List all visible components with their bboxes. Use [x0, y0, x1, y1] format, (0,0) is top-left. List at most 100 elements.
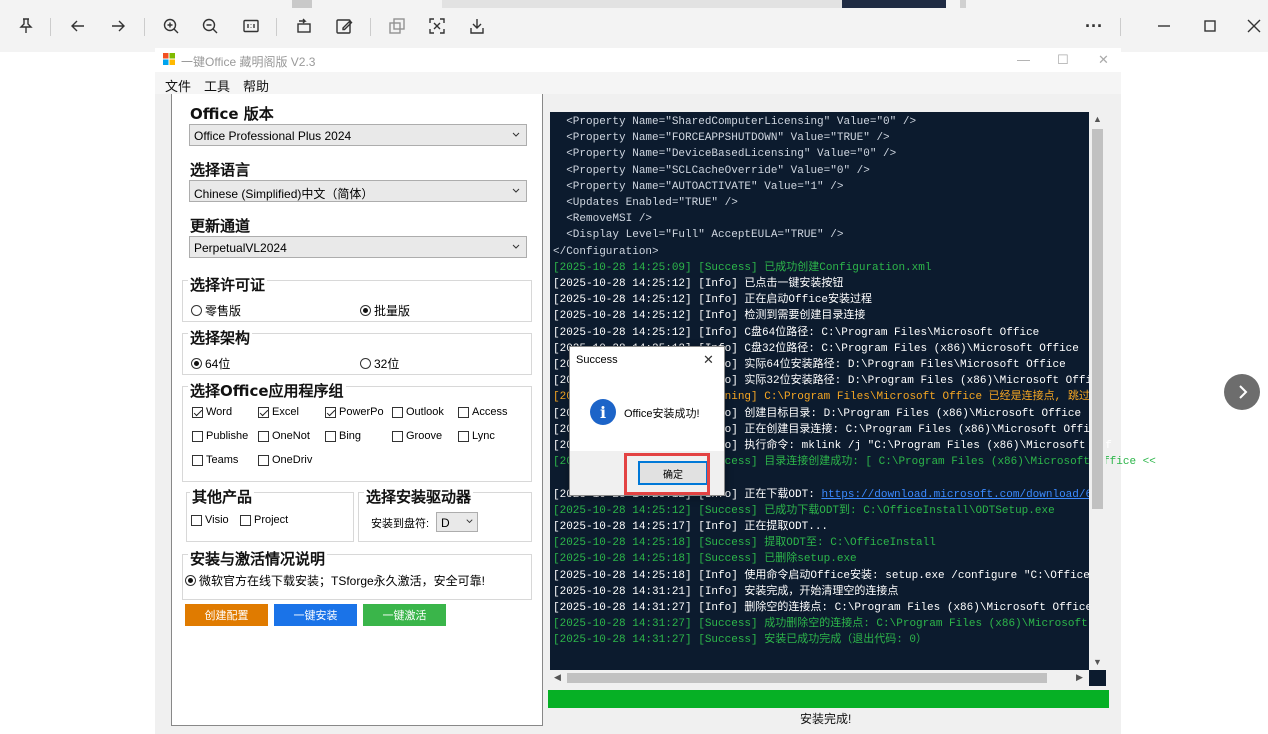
odt-download-link[interactable]: https://download.microsoft.com/download/… — [821, 489, 1105, 501]
visio-checkbox[interactable]: Visio — [191, 514, 229, 526]
checkbox-box — [240, 514, 251, 526]
language-title: 选择语言 — [188, 159, 253, 180]
app-lync-checkbox[interactable]: Lync — [458, 430, 495, 442]
office-version-title: Office 版本 — [188, 103, 276, 124]
menu-help[interactable]: 帮助 — [243, 76, 269, 95]
drive-title: 选择安装驱动器 — [364, 486, 474, 507]
app-minimize-icon[interactable]: — — [1017, 52, 1030, 67]
rotate-icon[interactable] — [292, 14, 316, 38]
config-panel: Office 版本 Office Professional Plus 2024 … — [171, 94, 543, 726]
checkbox-box — [325, 430, 336, 442]
save-icon[interactable] — [465, 14, 489, 38]
app-onedrive-checkbox[interactable]: OneDriv — [258, 454, 312, 466]
drive-label: 安装到盘符: — [371, 518, 430, 530]
other-products-title: 其他产品 — [190, 486, 255, 507]
scroll-thumb[interactable] — [1092, 129, 1103, 509]
toolbar-divider — [50, 18, 51, 36]
edit-icon[interactable] — [332, 14, 356, 38]
toolbar-divider — [276, 18, 277, 36]
back-arrow-icon[interactable] — [66, 14, 90, 38]
zoom-in-icon[interactable] — [159, 14, 183, 38]
language-select[interactable]: Chinese (Simplified)中文（简体） — [189, 180, 527, 202]
scroll-down-icon[interactable]: ▼ — [1093, 657, 1102, 667]
checkbox-box — [458, 406, 469, 418]
log-line: <Updates Enabled="TRUE" /> — [553, 197, 738, 209]
radio-label: 32位 — [374, 357, 400, 371]
office-version-select[interactable]: Office Professional Plus 2024 — [189, 124, 527, 146]
dialog-footer: 确定 — [570, 451, 724, 495]
maximize-icon[interactable] — [1198, 14, 1222, 38]
background-strip — [960, 0, 966, 8]
app-publisher-checkbox[interactable]: Publishe — [192, 430, 248, 442]
checkbox-label: Excel — [272, 406, 299, 418]
arch-32-radio[interactable]: 32位 — [360, 355, 399, 372]
scroll-thumb[interactable] — [567, 673, 1047, 683]
radio-dot — [360, 358, 371, 369]
one-click-activate-button[interactable]: 一键激活 — [363, 604, 446, 626]
minimize-icon[interactable] — [1152, 14, 1176, 38]
create-config-button[interactable]: 创建配置 — [185, 604, 268, 626]
channel-title: 更新通道 — [188, 215, 253, 236]
app-close-icon[interactable]: ✕ — [1098, 52, 1109, 68]
log-line: [2025-10-28 14:31:21] [Info] 安装完成，开始清理空的… — [553, 585, 899, 598]
log-line: [2025-10-28 14:25:18] [Success] 已删除setup… — [553, 553, 857, 566]
log-line: [2025-10-28 14:31:27] [Success] 成功删除空的连接… — [553, 618, 1101, 631]
license-retail-radio[interactable]: 零售版 — [191, 302, 241, 319]
note-title: 安装与激活情况说明 — [188, 548, 328, 569]
checkbox-label: Lync — [472, 430, 495, 442]
vertical-scrollbar[interactable]: ▲ ▼ — [1089, 112, 1106, 670]
project-checkbox[interactable]: Project — [240, 514, 288, 526]
checkbox-label: Bing — [339, 430, 362, 442]
status-text: 安装完成! — [800, 712, 852, 726]
close-icon[interactable] — [1242, 14, 1266, 38]
menu-file[interactable]: 文件 — [165, 76, 191, 95]
app-word-checkbox[interactable]: Word — [192, 406, 232, 418]
app-maximize-icon[interactable]: ☐ — [1057, 52, 1069, 68]
menu-tools[interactable]: 工具 — [204, 76, 230, 95]
one-click-install-button[interactable]: 一键安装 — [274, 604, 357, 626]
more-options-button[interactable]: ··· — [1082, 14, 1106, 38]
next-image-button[interactable] — [1224, 374, 1260, 410]
office-logo-icon — [163, 53, 175, 65]
scroll-left-icon[interactable]: ◀ — [554, 672, 561, 683]
scroll-right-icon[interactable]: ▶ — [1076, 672, 1083, 683]
extract-text-icon[interactable] — [385, 14, 409, 38]
log-line: [2025-10-28 14:25:12] [Info] C盘64位路径: C:… — [553, 326, 1040, 339]
toolbar-divider — [370, 18, 371, 36]
channel-select[interactable]: PerpetualVL2024 — [189, 236, 527, 258]
app-excel-checkbox[interactable]: Excel — [258, 406, 299, 418]
horizontal-scrollbar[interactable]: ◀ ▶ — [550, 670, 1089, 686]
log-line: [2025-10-28 14:25:12] [Success] 已成功下载ODT… — [553, 504, 1055, 517]
drive-select[interactable]: D — [436, 512, 478, 532]
app-powerpoint-checkbox[interactable]: PowerPo — [325, 406, 384, 418]
log-line: [2025-10-28 14:25:18] [Success] 提取ODT至: … — [553, 537, 936, 550]
radio-label: 批量版 — [374, 304, 411, 318]
checkbox-box — [258, 430, 269, 442]
checkbox-box — [258, 454, 269, 466]
language-value: Chinese (Simplified)中文（简体） — [194, 187, 374, 201]
app-groove-checkbox[interactable]: Groove — [392, 430, 442, 442]
radio-label: 零售版 — [205, 304, 242, 318]
drive-value: D — [441, 516, 450, 530]
checkbox-box — [392, 406, 403, 418]
log-line: <Property Name="FORCEAPPSHUTDOWN" Value=… — [553, 132, 890, 145]
actual-size-icon[interactable] — [239, 14, 263, 38]
background-strip — [842, 0, 946, 8]
zoom-out-icon[interactable] — [198, 14, 222, 38]
close-icon[interactable]: ✕ — [703, 352, 714, 368]
app-onenote-checkbox[interactable]: OneNot — [258, 430, 310, 442]
app-outlook-checkbox[interactable]: Outlook — [392, 406, 444, 418]
log-line: <RemoveMSI /> — [553, 213, 653, 226]
app-titlebar: 一键Office 藏明阁版 V2.3 — ☐ ✕ — [155, 48, 1121, 72]
app-teams-checkbox[interactable]: Teams — [192, 454, 238, 466]
fullscreen-icon[interactable] — [425, 14, 449, 38]
progress-fill — [548, 690, 1109, 708]
license-volume-radio[interactable]: 批量版 — [360, 302, 410, 319]
app-access-checkbox[interactable]: Access — [458, 406, 507, 418]
app-bing-checkbox[interactable]: Bing — [325, 430, 361, 442]
forward-arrow-icon[interactable] — [106, 14, 130, 38]
scroll-up-icon[interactable]: ▲ — [1093, 114, 1102, 124]
radio-dot — [191, 358, 202, 369]
pin-icon[interactable] — [14, 14, 38, 38]
arch-64-radio[interactable]: 64位 — [191, 355, 230, 372]
